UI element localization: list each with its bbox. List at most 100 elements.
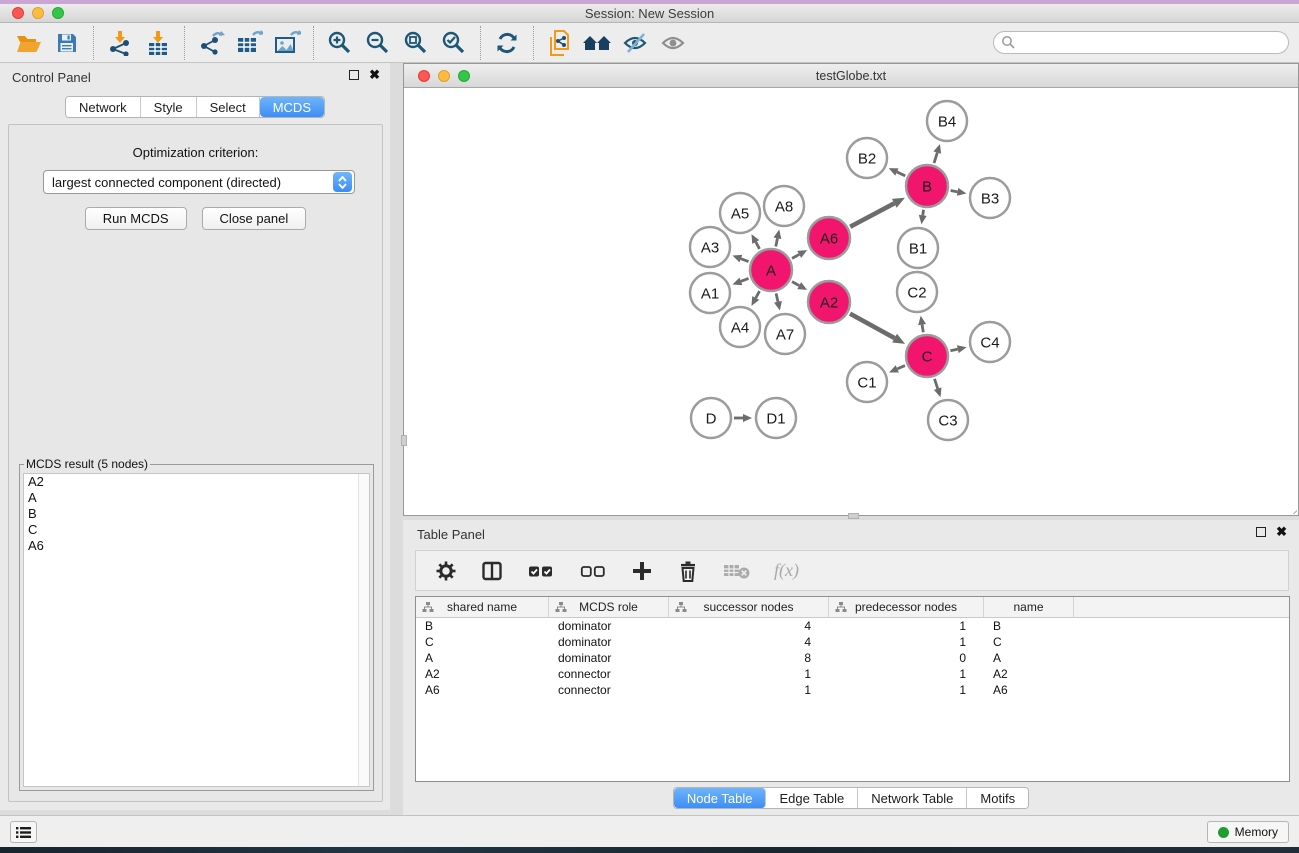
table-cell[interactable]: 1: [829, 618, 984, 634]
table-cell[interactable]: 4: [669, 618, 829, 634]
result-scrollbar[interactable]: [358, 474, 369, 786]
table-cell[interactable]: [1074, 634, 1289, 650]
table-row[interactable]: Adominator80A: [416, 650, 1289, 666]
deselect-all-rows-icon[interactable]: [578, 559, 608, 583]
graph-node-B3[interactable]: B3: [970, 178, 1010, 218]
table-cell[interactable]: 1: [829, 682, 984, 698]
graph-node-C2[interactable]: C2: [897, 272, 937, 312]
graph-edge[interactable]: [776, 293, 778, 301]
table-cell[interactable]: C: [416, 634, 549, 650]
table-settings-icon[interactable]: [434, 559, 458, 583]
float-panel-icon[interactable]: [349, 70, 359, 80]
table-cell[interactable]: A2: [416, 666, 549, 682]
graph-node-B2[interactable]: B2: [847, 138, 887, 178]
graph-edge[interactable]: [850, 314, 895, 339]
save-session-icon[interactable]: [48, 26, 86, 60]
table-cell[interactable]: [1074, 650, 1289, 666]
zoom-selected-icon[interactable]: [435, 26, 473, 60]
memory-button[interactable]: Memory: [1207, 821, 1289, 843]
task-history-button[interactable]: [10, 821, 37, 843]
table-cell[interactable]: [1074, 682, 1289, 698]
table-cell[interactable]: C: [984, 634, 1074, 650]
export-table-icon[interactable]: [230, 26, 268, 60]
table-cell[interactable]: 1: [829, 666, 984, 682]
select-all-rows-icon[interactable]: [526, 559, 556, 583]
open-session-icon[interactable]: [10, 26, 48, 60]
table-cell[interactable]: dominator: [549, 634, 669, 650]
result-list-item[interactable]: A: [24, 490, 369, 506]
graph-edge[interactable]: [934, 379, 937, 389]
tab-motifs[interactable]: Motifs: [967, 788, 1028, 808]
table-cell[interactable]: dominator: [549, 650, 669, 666]
graph-edge[interactable]: [792, 254, 799, 258]
tab-node-table[interactable]: Node Table: [674, 788, 767, 808]
graph-edge[interactable]: [934, 153, 937, 164]
hide-selected-icon[interactable]: [617, 26, 655, 60]
column-visibility-icon[interactable]: [480, 559, 504, 583]
graph-node-D[interactable]: D: [691, 398, 731, 438]
table-cell[interactable]: dominator: [549, 618, 669, 634]
table-cell[interactable]: connector: [549, 682, 669, 698]
graph-node-A8[interactable]: A8: [764, 186, 804, 226]
graph-edge[interactable]: [922, 325, 923, 333]
graph-node-C1[interactable]: C1: [847, 362, 887, 402]
mcds-result-list[interactable]: A2ABCA6: [23, 473, 370, 787]
import-table-icon[interactable]: [139, 26, 177, 60]
search-input[interactable]: [993, 31, 1289, 54]
graph-node-B[interactable]: B: [906, 165, 948, 207]
graph-node-A2[interactable]: A2: [808, 281, 850, 323]
graph-node-D1[interactable]: D1: [756, 398, 796, 438]
first-neighbors-icon[interactable]: [579, 26, 617, 60]
close-table-panel-icon[interactable]: ✖: [1276, 527, 1287, 537]
zoom-in-icon[interactable]: [321, 26, 359, 60]
graph-node-C[interactable]: C: [906, 335, 948, 377]
graph-node-A7[interactable]: A7: [765, 314, 805, 354]
tab-mcds[interactable]: MCDS: [260, 97, 324, 117]
export-network-icon[interactable]: [192, 26, 230, 60]
graph-edge[interactable]: [792, 282, 799, 286]
show-all-icon[interactable]: [655, 26, 693, 60]
vertical-splitter-handle[interactable]: [401, 435, 407, 446]
graph-edge[interactable]: [850, 203, 894, 226]
table-cell[interactable]: A2: [984, 666, 1074, 682]
graph-node-A1[interactable]: A1: [690, 273, 730, 313]
tab-style[interactable]: Style: [141, 97, 197, 117]
graph-edge[interactable]: [756, 291, 760, 298]
column-header-name[interactable]: name: [984, 597, 1074, 617]
function-builder-icon[interactable]: f(x): [774, 560, 799, 581]
table-row[interactable]: Cdominator41C: [416, 634, 1289, 650]
tab-network-table[interactable]: Network Table: [858, 788, 967, 808]
result-list-item[interactable]: B: [24, 506, 369, 522]
result-list-item[interactable]: A6: [24, 538, 369, 554]
table-cell[interactable]: [1074, 618, 1289, 634]
graph-node-A4[interactable]: A4: [720, 307, 760, 347]
table-cell[interactable]: A: [984, 650, 1074, 666]
graph-node-A3[interactable]: A3: [690, 227, 730, 267]
table-cell[interactable]: A6: [984, 682, 1074, 698]
table-row[interactable]: Bdominator41B: [416, 618, 1289, 634]
graph-edge[interactable]: [950, 349, 957, 351]
criterion-select[interactable]: largest connected component (directed): [43, 170, 355, 194]
close-panel-button[interactable]: Close panel: [202, 207, 307, 230]
table-cell[interactable]: A: [416, 650, 549, 666]
import-network-icon[interactable]: [101, 26, 139, 60]
delete-column-icon[interactable]: [676, 559, 700, 583]
apply-layout-icon[interactable]: [488, 26, 526, 60]
table-cell[interactable]: 1: [829, 634, 984, 650]
main-titlebar[interactable]: Session: New Session: [0, 4, 1299, 23]
tab-network[interactable]: Network: [66, 97, 141, 117]
graph-node-A6[interactable]: A6: [808, 217, 850, 259]
tab-edge-table[interactable]: Edge Table: [766, 788, 858, 808]
graph-node-A5[interactable]: A5: [720, 193, 760, 233]
result-list-item[interactable]: A2: [24, 474, 369, 490]
result-list-item[interactable]: C: [24, 522, 369, 538]
close-panel-icon[interactable]: ✖: [369, 70, 380, 80]
table-cell[interactable]: [1074, 666, 1289, 682]
table-cell[interactable]: B: [984, 618, 1074, 634]
graph-edge[interactable]: [741, 278, 749, 281]
add-column-icon[interactable]: [630, 559, 654, 583]
float-table-panel-icon[interactable]: [1256, 527, 1266, 537]
table-cell[interactable]: 1: [669, 666, 829, 682]
table-cell[interactable]: 4: [669, 634, 829, 650]
table-cell[interactable]: 1: [669, 682, 829, 698]
